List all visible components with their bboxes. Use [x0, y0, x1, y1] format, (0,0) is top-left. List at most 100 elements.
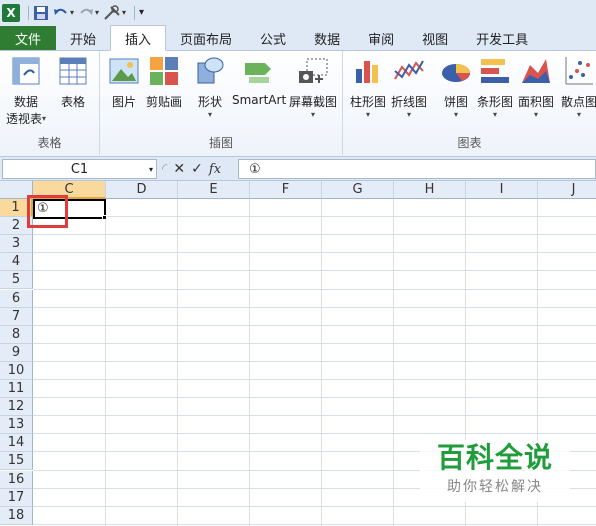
gridline-horizontal [33, 216, 596, 218]
tab-developer[interactable]: 开发工具 [462, 26, 542, 50]
quick-access-toolbar: X ▾ ▾ ▾ ▾ [0, 0, 596, 25]
tab-file[interactable]: 文件 [0, 26, 56, 50]
redo-icon[interactable]: ▾ [78, 4, 99, 22]
excel-logo-icon[interactable]: X [2, 3, 20, 22]
row-header-8[interactable]: 8 [0, 325, 33, 344]
bar-chart-icon [481, 59, 509, 83]
watermark: 百科全说 助你轻松解决 [420, 440, 570, 502]
separator [134, 5, 136, 20]
ribbon-tabs: 文件 开始 插入 页面布局 公式 数据 审阅 视图 开发工具 [0, 25, 596, 51]
group-illustrations-label: 插图 [208, 136, 233, 150]
column-header-i[interactable]: I [466, 181, 538, 199]
tools-icon[interactable]: ▾ [103, 4, 126, 22]
row-header-7[interactable]: 7 [0, 307, 33, 326]
gridline-horizontal [33, 433, 596, 435]
tab-view[interactable]: 视图 [408, 26, 462, 50]
line-chart-dropdown-icon: ▾ [407, 110, 412, 119]
name-box-dropdown-icon[interactable]: ▾ [149, 165, 153, 174]
picture-button[interactable]: 图片 [108, 55, 140, 110]
tab-data[interactable]: 数据 [300, 26, 354, 50]
row-header-16[interactable]: 16 [0, 470, 33, 489]
row-header-14[interactable]: 14 [0, 434, 33, 453]
save-icon[interactable] [33, 4, 49, 22]
row-header-9[interactable]: 9 [0, 343, 33, 362]
pivot-table-button[interactable]: 数据 透视表 ▾ [6, 55, 46, 127]
gridline-horizontal [33, 324, 596, 326]
row-header-11[interactable]: 11 [0, 380, 33, 398]
row-header-13[interactable]: 13 [0, 416, 33, 435]
row-header-15[interactable]: 15 [0, 452, 33, 471]
enter-icon[interactable]: ✓ [191, 161, 203, 177]
column-header-g[interactable]: G [322, 181, 394, 199]
shapes-label: 形状 [197, 95, 222, 109]
name-box[interactable]: C1 ▾ [2, 159, 157, 179]
pivot-table-label-2: 透视表 [6, 112, 43, 126]
column-header-j[interactable]: J [538, 181, 596, 199]
row-header-17[interactable]: 17 [0, 488, 33, 507]
row-header-10[interactable]: 10 [0, 361, 33, 380]
insert-function-button[interactable]: fx [209, 162, 221, 177]
separator [28, 5, 29, 20]
tab-formulas[interactable]: 公式 [246, 26, 300, 50]
picture-label: 图片 [111, 95, 136, 109]
annotation-highlight-box [27, 195, 68, 228]
undo-dropdown-icon[interactable]: ▾ [70, 8, 74, 17]
row-header-5[interactable]: 5 [0, 271, 33, 290]
column-header-d[interactable]: D [106, 181, 178, 199]
formula-input[interactable]: ① [238, 159, 596, 179]
pie-chart-dropdown-icon: ▾ [453, 110, 458, 119]
gridline-horizontal [33, 252, 596, 254]
group-tables-label: 表格 [37, 136, 62, 150]
line-chart-button[interactable]: 折线图 ▾ [391, 55, 427, 120]
tools-dropdown-icon[interactable]: ▾ [122, 8, 126, 17]
row-header-6[interactable]: 6 [0, 289, 33, 308]
clipart-label: 剪贴画 [146, 95, 183, 109]
tab-page-layout[interactable]: 页面布局 [166, 26, 246, 50]
row-header-3[interactable]: 3 [0, 235, 33, 254]
fill-handle[interactable] [102, 215, 107, 220]
tab-insert[interactable]: 插入 [110, 25, 167, 51]
watermark-title: 百科全说 [436, 441, 553, 474]
row-header-18[interactable]: 18 [0, 506, 33, 525]
watermark-subtitle: 助你轻松解决 [447, 479, 543, 495]
shapes-icon [197, 57, 224, 84]
redo-dropdown-icon[interactable]: ▾ [95, 8, 99, 17]
excel-logo-letter: X [2, 3, 20, 22]
screenshot-button[interactable]: 屏幕截图 ▾ [289, 55, 337, 120]
gridline-horizontal [33, 288, 596, 290]
gridline-vertical [105, 199, 106, 526]
row-header-12[interactable]: 12 [0, 398, 33, 417]
area-chart-icon [522, 59, 550, 83]
gridline-horizontal [33, 415, 596, 417]
column-chart-button[interactable]: 柱形图 ▾ [350, 55, 386, 120]
gridline-horizontal [33, 306, 596, 308]
customize-qat-icon[interactable]: ▾ [139, 4, 144, 22]
formula-bar: C1 ▾ ◜ ✕ ✓ fx ① [0, 157, 596, 181]
column-header-f[interactable]: F [250, 181, 322, 199]
clipart-button[interactable]: 剪贴画 [146, 55, 182, 110]
tab-review[interactable]: 审阅 [354, 26, 408, 50]
scatter-chart-button[interactable]: 散点图 ▾ [561, 55, 596, 120]
gridline-horizontal [33, 523, 596, 525]
smartart-button[interactable]: SmartArt [232, 55, 286, 107]
bar-chart-button[interactable]: 条形图 ▾ [477, 55, 513, 120]
pivot-table-label: 数据 [14, 95, 39, 109]
column-header-e[interactable]: E [178, 181, 250, 199]
cancel-icon[interactable]: ✕ [173, 161, 185, 177]
row-header-4[interactable]: 4 [0, 253, 33, 272]
tab-home[interactable]: 开始 [56, 26, 110, 50]
gridline-horizontal [33, 360, 596, 362]
pie-chart-button[interactable]: 饼图 ▾ [440, 55, 472, 120]
formula-expand-icon[interactable]: ◜ [162, 161, 167, 177]
table-button[interactable]: 表格 [57, 55, 89, 110]
area-chart-button[interactable]: 面积图 ▾ [518, 55, 554, 120]
scatter-chart-label: 散点图 [561, 95, 596, 109]
group-illustrations: 图片 剪贴画 形状 ▾ SmartArt 屏幕截图 ▾ 插图 [100, 51, 343, 155]
undo-icon[interactable]: ▾ [53, 4, 74, 22]
shapes-button[interactable]: 形状 ▾ [194, 55, 226, 120]
ribbon-insert: 数据 透视表 ▾ 表格 表格 图片 剪贴画 形状 ▾ SmartArt 屏幕截图 ▾ [0, 51, 596, 157]
column-header-h[interactable]: H [394, 181, 466, 199]
pie-chart-label: 饼图 [443, 95, 468, 109]
pivot-table-dropdown-icon: ▾ [42, 113, 47, 123]
line-chart-label: 折线图 [391, 95, 428, 109]
